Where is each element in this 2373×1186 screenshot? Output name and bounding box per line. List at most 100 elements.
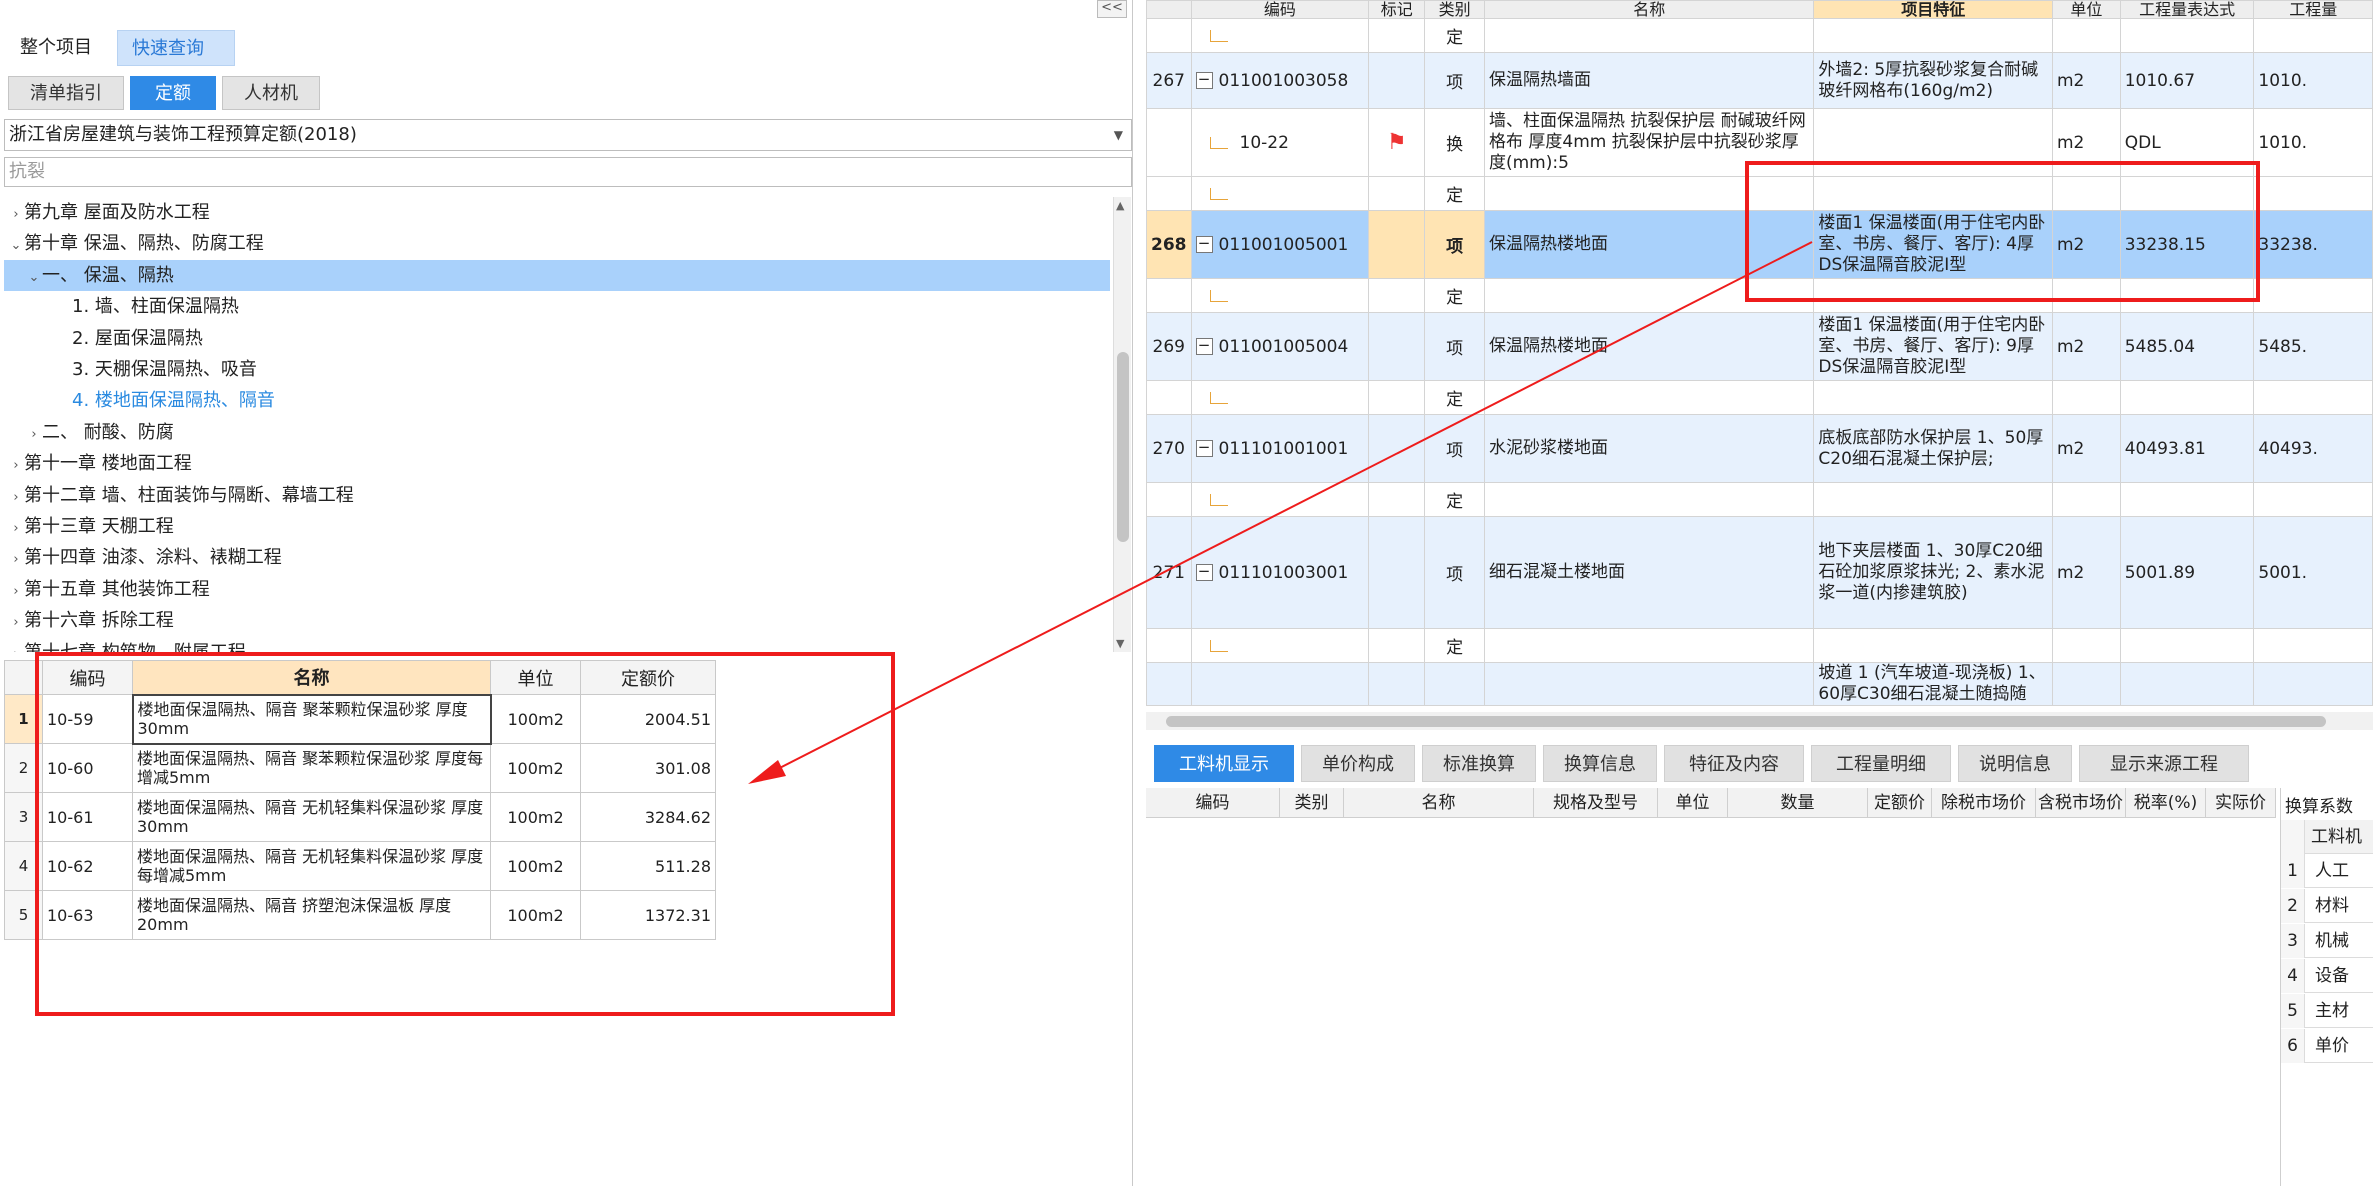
conversion-row[interactable]: 4 设备 [2281, 959, 2373, 993]
quota-cell-price: 2004.51 [580, 694, 716, 744]
tree-node[interactable]: 2. 屋面保温隔热 [4, 323, 1110, 354]
bill-cell-expr [2119, 278, 2255, 313]
col-quantity: 工程量 [2253, 0, 2373, 19]
bill-row[interactable]: 定 [1146, 18, 2373, 53]
conversion-row[interactable]: 2 材料 [2281, 889, 2373, 923]
tree-node[interactable]: ⌄ 一、 保温、隔热 [4, 259, 1110, 293]
bill-row[interactable]: 271−011101003001 项细石混凝土楼地面 地下夹层楼面 1、30厚C20… [1146, 516, 2373, 629]
tab-whole-project[interactable]: 整个项目 [6, 30, 111, 66]
quota-cell-unit: 100m2 [490, 743, 581, 793]
bill-cell-feat [1813, 482, 2053, 517]
collapse-minus-icon[interactable]: − [1195, 72, 1213, 89]
chevron-right-icon[interactable]: › [8, 482, 24, 513]
bill-cell-unit [2052, 176, 2121, 211]
conversion-row[interactable]: 1 人工 [2281, 854, 2373, 888]
conversion-row[interactable]: 5 主材 [2281, 994, 2373, 1028]
tree-scroll-thumb[interactable] [1117, 352, 1129, 542]
bill-row[interactable]: 268−011001005001 项保温隔热楼地面 楼面1 保温楼面(用于住宅内卧室… [1146, 210, 2373, 279]
bill-row[interactable]: 10-22 ⚑ 换墙、柱面保温隔热 抗裂保护层 耐碱玻纤网格布 厚度4mm 抗裂保护… [1146, 108, 2373, 177]
bill-code: 011001005001 [1218, 234, 1349, 255]
tree-node[interactable]: › 第十五章 其他装饰工程 [4, 574, 1110, 605]
detail-tab[interactable]: 工料机显示 [1154, 745, 1294, 782]
bill-row[interactable]: 定 [1146, 176, 2373, 211]
tree-node[interactable]: › 第十二章 墙、柱面装饰与隔断、幕墙工程 [4, 480, 1110, 511]
bill-row[interactable]: 269−011001005004 项保温隔热楼地面 楼面1 保温楼面(用于住宅内卧室… [1146, 312, 2373, 381]
detail-tab[interactable]: 工程量明细 [1811, 745, 1951, 782]
detail-tab[interactable]: 换算信息 [1543, 745, 1657, 782]
collapse-minus-icon[interactable]: − [1195, 440, 1213, 457]
bill-row[interactable]: 坡道 1 (汽车坡道-现浇板) 1、60厚C30细石混凝土随捣随 [1146, 662, 2373, 706]
chevron-right-icon[interactable]: › [8, 639, 24, 652]
detail-tab[interactable]: 单价构成 [1301, 745, 1415, 782]
conversion-row-label: 材料 [2315, 896, 2349, 916]
grid-scroll-thumb[interactable] [1166, 716, 2326, 727]
quota-row[interactable]: 2 10-60 楼地面保温隔热、隔音 聚苯颗粒保温砂浆 厚度每增减5mm 100m2 3… [4, 743, 716, 793]
collapse-panel-button[interactable]: << [1097, 0, 1127, 18]
quota-search-input[interactable]: 抗裂 [4, 157, 1132, 187]
tree-node[interactable]: 1. 墙、柱面保温隔热 [4, 291, 1110, 322]
scroll-down-icon[interactable]: ▼ [1116, 637, 1124, 650]
conversion-row[interactable]: 6 单价 [2281, 1029, 2373, 1063]
tree-node[interactable]: › 第九章 屋面及防水工程 [4, 197, 1110, 228]
tree-node[interactable]: 3. 天棚保温隔热、吸音 [4, 354, 1110, 385]
chevron-right-icon[interactable]: › [8, 607, 24, 638]
chevron-down-icon[interactable]: ▼ [1114, 120, 1123, 150]
tab-labor-material-machine[interactable]: 人材机 [222, 76, 320, 110]
bill-cell-expr [2119, 482, 2255, 517]
tree-node[interactable]: ⌄ 第十章 保温、隔热、防腐工程 [4, 228, 1110, 259]
bill-row[interactable]: 定 [1146, 278, 2373, 313]
chevron-right-icon[interactable]: › [8, 450, 24, 481]
tree-node-label: 1. 墙、柱面保温隔热 [72, 296, 239, 318]
bill-row[interactable]: 定 [1146, 628, 2373, 663]
tree-line-icon [1209, 187, 1228, 200]
collapse-minus-icon[interactable]: − [1195, 564, 1213, 581]
bill-cell-unit [2052, 278, 2121, 313]
bill-cell-name: 保温隔热墙面 [1483, 52, 1815, 109]
tree-node[interactable]: › 第十一章 楼地面工程 [4, 448, 1110, 479]
bill-row[interactable]: 定 [1146, 380, 2373, 415]
grid-horizontal-scrollbar[interactable] [1146, 712, 2373, 730]
tab-quota[interactable]: 定额 [130, 76, 216, 110]
chevron-right-icon[interactable]: › [8, 576, 24, 607]
chevron-down-icon[interactable]: ⌄ [26, 262, 42, 293]
chevron-right-icon[interactable]: › [8, 544, 24, 575]
bill-row[interactable]: 270−011101001001 项水泥砂浆楼地面 底板底部防水保护层 1、50厚C… [1146, 414, 2373, 483]
collapse-minus-icon[interactable]: − [1195, 338, 1213, 355]
tab-bill-guide[interactable]: 清单指引 [8, 76, 124, 110]
chevron-right-icon[interactable]: › [26, 419, 42, 450]
quota-row[interactable]: 4 10-62 楼地面保温隔热、隔音 无机轻集料保温砂浆 厚度每增减5mm 100m2… [4, 841, 716, 891]
quota-library-select[interactable]: 浙江省房屋建筑与装饰工程预算定额(2018) ▼ [4, 119, 1132, 151]
side-header-label: 工料机 [2311, 827, 2362, 847]
tree-node[interactable]: › 第十三章 天棚工程 [4, 511, 1110, 542]
tree-node[interactable]: › 第十六章 拆除工程 [4, 605, 1110, 636]
bill-row[interactable]: 定 [1146, 482, 2373, 517]
quota-row[interactable]: 5 10-63 楼地面保温隔热、隔音 挤塑泡沫保温板 厚度20mm 100m2 1372… [4, 890, 716, 940]
bill-row[interactable]: 267−011001003058 项保温隔热墙面 外墙2: 5厚抗裂砂浆复合耐碱玻纤… [1146, 52, 2373, 109]
chevron-right-icon[interactable]: › [8, 199, 24, 230]
header-price: 定额价 [580, 660, 716, 695]
bill-cell-unit: m2 [2052, 414, 2121, 483]
resource-col-header: 除税市场价 [1932, 788, 2036, 818]
bill-cell-qty [2253, 628, 2373, 663]
detail-tab[interactable]: 特征及内容 [1664, 745, 1804, 782]
conversion-row-num: 5 [2281, 994, 2305, 1028]
chevron-down-icon[interactable]: ⌄ [8, 230, 24, 261]
tab-quick-query[interactable]: 快速查询 [117, 30, 235, 66]
conversion-row[interactable]: 3 机械 [2281, 924, 2373, 958]
scroll-up-icon[interactable]: ▲ [1116, 199, 1124, 212]
quota-row[interactable]: 1 10-59 楼地面保温隔热、隔音 聚苯颗粒保温砂浆 厚度30mm 100m2 200… [4, 693, 716, 745]
tree-node-label: 第十三章 天棚工程 [24, 516, 174, 537]
tree-node[interactable]: 4. 楼地面保温隔热、隔音 [4, 385, 1110, 416]
detail-tab[interactable]: 显示来源工程 [2079, 745, 2249, 782]
bill-cell-code [1190, 18, 1370, 53]
tree-node[interactable]: › 二、 耐酸、防腐 [4, 417, 1110, 448]
tree-node[interactable]: › 第十四章 油漆、涂料、裱糊工程 [4, 542, 1110, 573]
detail-tab[interactable]: 标准换算 [1422, 745, 1536, 782]
detail-tab[interactable]: 说明信息 [1958, 745, 2072, 782]
quota-row[interactable]: 3 10-61 楼地面保温隔热、隔音 无机轻集料保温砂浆 厚度30mm 100m2 32… [4, 792, 716, 842]
collapse-minus-icon[interactable]: − [1195, 236, 1213, 253]
bill-cell-expr: 5001.89 [2119, 516, 2255, 629]
tree-node[interactable]: ›第十七章 构筑物、附属工程 [4, 637, 1110, 652]
chevron-right-icon[interactable]: › [8, 513, 24, 544]
tree-scrollbar[interactable]: ▲ ▼ [1113, 197, 1131, 652]
